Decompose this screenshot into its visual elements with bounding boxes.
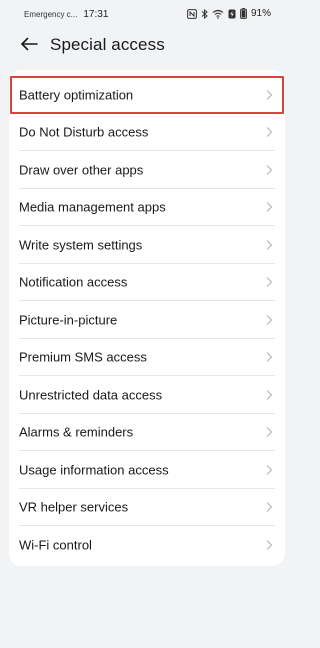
list-item-vr-helper-services[interactable]: VR helper services: [9, 489, 285, 526]
chevron-right-icon: [266, 239, 273, 250]
header: Special access: [0, 30, 293, 62]
chevron-right-icon: [266, 164, 273, 175]
list-item-picture-in-picture[interactable]: Picture-in-picture: [9, 301, 285, 339]
list-item-label: Do Not Disturb access: [19, 124, 149, 140]
list-item-unrestricted-data-access[interactable]: Unrestricted data access: [9, 376, 285, 414]
back-button[interactable]: [16, 33, 42, 59]
chevron-right-icon: [266, 277, 273, 288]
list-item-label: Unrestricted data access: [19, 387, 163, 403]
chevron-right-icon: [266, 127, 273, 138]
nfc-icon: [187, 8, 197, 19]
chevron-right-icon: [266, 202, 273, 213]
special-access-list: Battery optimization Do Not Disturb acce…: [9, 70, 285, 566]
list-item-do-not-disturb-access[interactable]: Do Not Disturb access: [9, 114, 285, 151]
status-bar: Emergency c... 17:31 91%: [0, 0, 293, 30]
chevron-right-icon: [266, 389, 273, 400]
status-right: 91%: [187, 8, 271, 19]
list-item-premium-sms-access[interactable]: Premium SMS access: [9, 339, 285, 376]
list-item-label: VR helper services: [19, 499, 129, 515]
battery-icon: [240, 8, 247, 19]
list-item-notification-access[interactable]: Notification access: [9, 264, 285, 301]
chevron-right-icon: [266, 539, 273, 550]
list-item-label: Alarms & reminders: [19, 424, 134, 440]
battery-percentage: 91%: [250, 8, 271, 19]
arrow-left-icon: [20, 37, 38, 56]
chevron-right-icon: [266, 427, 273, 438]
chevron-right-icon: [266, 314, 273, 325]
page-title: Special access: [50, 35, 165, 54]
list-item-alarms-reminders[interactable]: Alarms & reminders: [9, 414, 285, 451]
list-item-write-system-settings[interactable]: Write system settings: [9, 226, 285, 264]
list-item-label: Write system settings: [19, 237, 143, 253]
chevron-right-icon: [266, 502, 273, 513]
list-item-usage-information-access[interactable]: Usage information access: [9, 451, 285, 489]
list-item-media-management-apps[interactable]: Media management apps: [9, 189, 285, 226]
list-item-wifi-control[interactable]: Wi-Fi control: [9, 526, 285, 564]
list-item-draw-over-other-apps[interactable]: Draw over other apps: [9, 151, 285, 189]
clock-time: 17:31: [83, 9, 109, 20]
chevron-right-icon: [266, 89, 273, 100]
list-item-label: Notification access: [19, 274, 128, 290]
wifi-icon: [212, 9, 224, 19]
list-item-label: Picture-in-picture: [19, 312, 118, 328]
list-item-label: Media management apps: [19, 199, 166, 215]
chevron-right-icon: [266, 352, 273, 363]
list-item-label: Premium SMS access: [19, 349, 147, 365]
list-item-label: Draw over other apps: [19, 162, 144, 178]
carrier-text: Emergency c...: [24, 10, 78, 19]
bluetooth-icon: [201, 8, 208, 19]
list-item-battery-optimization[interactable]: Battery optimization: [9, 76, 285, 114]
list-item-label: Wi-Fi control: [19, 537, 92, 553]
list-item-label: Usage information access: [19, 462, 169, 478]
status-left: Emergency c... 17:31: [24, 9, 108, 20]
battery-saver-icon: [228, 9, 236, 19]
chevron-right-icon: [266, 464, 273, 475]
list-item-label: Battery optimization: [19, 87, 134, 103]
